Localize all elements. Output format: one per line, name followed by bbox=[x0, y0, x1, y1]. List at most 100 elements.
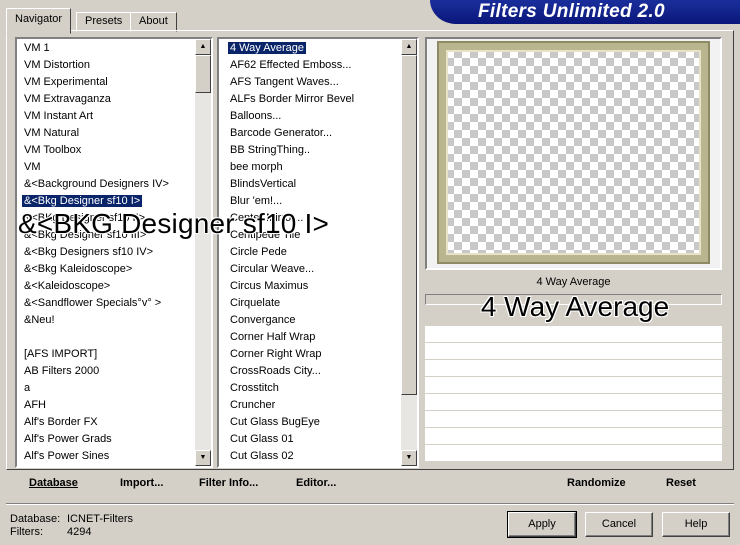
filter-item-label: Barcode Generator... bbox=[230, 127, 333, 139]
category-item[interactable]: VM 1 bbox=[17, 40, 195, 57]
parameter-row bbox=[425, 411, 722, 428]
category-item[interactable]: &<Bkg Kaleidoscope> bbox=[17, 261, 195, 278]
filter-item[interactable]: Corner Half Wrap bbox=[219, 329, 401, 346]
filter-item-label: Cut Glass 02 bbox=[230, 450, 294, 462]
preview-pane bbox=[425, 37, 722, 270]
filter-item[interactable]: CrossRoads City... bbox=[219, 363, 401, 380]
filter-item[interactable]: Circle Pede bbox=[219, 244, 401, 261]
randomize-button[interactable]: Randomize bbox=[567, 477, 626, 489]
parameter-row bbox=[425, 394, 722, 411]
filter-items: 4 Way Average AF62 Effected Emboss... AFS … bbox=[219, 39, 401, 466]
filter-item-label: BlindsVertical bbox=[230, 178, 297, 190]
filter-item[interactable]: Convergance bbox=[219, 312, 401, 329]
filter-item-label: Blur 'em!... bbox=[230, 195, 283, 207]
filter-item[interactable]: bee morph bbox=[219, 159, 401, 176]
filter-item[interactable]: Cruncher bbox=[219, 397, 401, 414]
filter-item[interactable]: Cut Glass 01 bbox=[219, 431, 401, 448]
filter-item-label: bee morph bbox=[230, 161, 283, 173]
category-item[interactable]: VM Toolbox bbox=[17, 142, 195, 159]
scroll-thumb[interactable] bbox=[195, 55, 211, 93]
filter-item[interactable]: Cut Glass 02 bbox=[219, 448, 401, 465]
filter-list[interactable]: 4 Way Average AF62 Effected Emboss... AFS … bbox=[217, 37, 419, 468]
category-item-label: [AFS IMPORT] bbox=[24, 348, 98, 360]
import-button[interactable]: Import... bbox=[120, 477, 163, 489]
tab-about[interactable]: About bbox=[130, 12, 177, 32]
category-item-label: Alf's Power Grads bbox=[24, 433, 112, 445]
category-item[interactable]: VM Natural bbox=[17, 125, 195, 142]
category-item[interactable]: VM Instant Art bbox=[17, 108, 195, 125]
category-item-label: &<Sandflower Specials°v° > bbox=[24, 297, 162, 309]
category-item[interactable]: &<Sandflower Specials°v° > bbox=[17, 295, 195, 312]
filter-item[interactable]: BlindsVertical bbox=[219, 176, 401, 193]
scroll-down-arrow-icon[interactable]: ▼ bbox=[401, 450, 417, 466]
filter-item[interactable]: Balloons... bbox=[219, 108, 401, 125]
filter-item[interactable]: ALFs Border Mirror Bevel bbox=[219, 91, 401, 108]
preview-image bbox=[439, 43, 708, 262]
filter-item[interactable]: BB StringThing.. bbox=[219, 142, 401, 159]
scroll-up-arrow-icon[interactable]: ▲ bbox=[195, 39, 211, 55]
filter-item[interactable]: Cut Glass BugEye bbox=[219, 414, 401, 431]
category-list[interactable]: VM 1 VM Distortion VM Experimental VM Extra… bbox=[15, 37, 213, 468]
reset-button[interactable]: Reset bbox=[666, 477, 696, 489]
tab-presets[interactable]: Presets bbox=[76, 12, 132, 32]
filter-item[interactable]: AF62 Effected Emboss... bbox=[219, 57, 401, 74]
filter-scrollbar[interactable]: ▲ ▼ bbox=[401, 39, 417, 466]
tab-navigator[interactable]: Navigator bbox=[6, 8, 72, 34]
scroll-thumb[interactable] bbox=[401, 55, 417, 395]
filter-item-label: Corner Right Wrap bbox=[230, 348, 322, 360]
filter-item[interactable]: Crosstitch bbox=[219, 380, 401, 397]
category-item[interactable]: VM Extravaganza bbox=[17, 91, 195, 108]
category-item[interactable]: &Neu! bbox=[17, 312, 195, 329]
category-item[interactable]: &<Kaleidoscope> bbox=[17, 278, 195, 295]
database-button[interactable]: Database bbox=[29, 477, 78, 489]
filter-item[interactable]: Circus Maximus bbox=[219, 278, 401, 295]
category-item-label: VM Experimental bbox=[24, 76, 108, 88]
filter-item-label: ALFs Border Mirror Bevel bbox=[230, 93, 355, 105]
category-item[interactable] bbox=[17, 329, 195, 346]
selected-filter-name: 4 Way Average bbox=[536, 276, 611, 288]
help-button[interactable]: Help bbox=[662, 512, 730, 537]
status-filters: Filters: 4294 bbox=[10, 526, 91, 538]
divider bbox=[6, 503, 734, 505]
category-item[interactable]: Alf's Power Grads bbox=[17, 431, 195, 448]
category-item[interactable]: VM Distortion bbox=[17, 57, 195, 74]
filter-item-label: Cut Glass BugEye bbox=[230, 416, 320, 428]
parameter-row bbox=[425, 445, 722, 462]
category-item[interactable]: AB Filters 2000 bbox=[17, 363, 195, 380]
category-item[interactable]: a bbox=[17, 380, 195, 397]
category-item[interactable]: VM bbox=[17, 159, 195, 176]
cancel-button[interactable]: Cancel bbox=[585, 512, 653, 537]
filter-item-label: Cut Glass 01 bbox=[230, 433, 294, 445]
status-filters-label: Filters: bbox=[10, 526, 43, 538]
filter-item-label: 4 Way Average bbox=[227, 41, 307, 55]
parameter-row bbox=[425, 360, 722, 377]
category-item-label: &<Background Designers IV> bbox=[24, 178, 169, 190]
database-button-label: Database bbox=[29, 477, 78, 489]
category-item[interactable]: Alf's Border FX bbox=[17, 414, 195, 431]
category-item[interactable]: [AFS IMPORT] bbox=[17, 346, 195, 363]
category-item[interactable]: VM Experimental bbox=[17, 74, 195, 91]
category-item[interactable]: &<Bkg Designers sf10 IV> bbox=[17, 244, 195, 261]
category-item[interactable]: AFH bbox=[17, 397, 195, 414]
scroll-up-arrow-icon[interactable]: ▲ bbox=[401, 39, 417, 55]
category-item-label: &<Kaleidoscope> bbox=[24, 280, 111, 292]
filter-item[interactable]: Corner Right Wrap bbox=[219, 346, 401, 363]
filter-item[interactable]: AFS Tangent Waves... bbox=[219, 74, 401, 91]
category-item-label: VM Distortion bbox=[24, 59, 91, 71]
apply-button[interactable]: Apply bbox=[507, 511, 577, 538]
category-scrollbar[interactable]: ▲ ▼ bbox=[195, 39, 211, 466]
category-item[interactable]: &<Background Designers IV> bbox=[17, 176, 195, 193]
scroll-down-arrow-icon[interactable]: ▼ bbox=[195, 450, 211, 466]
filter-item[interactable]: Barcode Generator... bbox=[219, 125, 401, 142]
category-item[interactable]: Alf's Power Sines bbox=[17, 448, 195, 465]
editor-button[interactable]: Editor... bbox=[296, 477, 336, 489]
filter-item-label: Convergance bbox=[230, 314, 296, 326]
filter-item[interactable]: Circular Weave... bbox=[219, 261, 401, 278]
filter-item[interactable]: Cut Glass 03 bbox=[219, 465, 401, 466]
filter-item-label: AFS Tangent Waves... bbox=[230, 76, 339, 88]
filter-item[interactable]: Cirquelate bbox=[219, 295, 401, 312]
filter-info-button[interactable]: Filter Info... bbox=[199, 477, 258, 489]
filter-item-label: AF62 Effected Emboss... bbox=[230, 59, 352, 71]
filter-item[interactable]: 4 Way Average bbox=[219, 40, 401, 57]
category-item[interactable]: Alf's Power Toys bbox=[17, 465, 195, 466]
